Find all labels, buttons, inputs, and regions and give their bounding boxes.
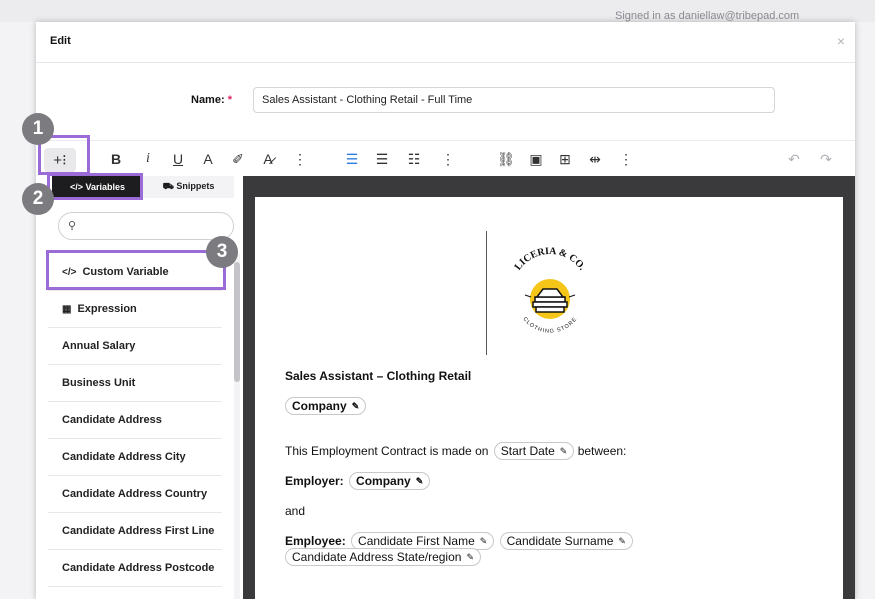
name-label-text: Name: xyxy=(191,94,225,106)
variable-candidate-address-first-line[interactable]: Candidate Address First Line xyxy=(48,513,222,550)
callout-box-custom-variable xyxy=(46,250,226,290)
more-paragraph-button[interactable]: ⋮ xyxy=(438,141,458,177)
highlight-button[interactable]: ✐ xyxy=(228,141,248,177)
underline-button[interactable]: U xyxy=(168,141,188,177)
table-button[interactable]: ⊞ xyxy=(555,141,575,177)
edit-modal: Edit × Name: * +⁝ B i U A ✐ A̷ ⋮ ☰ ☰ ☷ ⋮… xyxy=(36,22,855,599)
columns-button[interactable]: ⇹ xyxy=(585,141,605,177)
required-mark: * xyxy=(227,94,232,106)
store-logo: LICERIA & CO. CLOTHING STORE xyxy=(513,246,588,335)
modal-header: Edit × xyxy=(36,22,855,63)
chip-label: Company xyxy=(292,399,347,413)
callout-badge-1: 1 xyxy=(22,113,54,145)
chip-label: Company xyxy=(356,474,411,488)
logo-divider xyxy=(486,231,487,355)
image-button[interactable]: ▣ xyxy=(526,141,546,177)
pencil-icon: ✎ xyxy=(415,475,424,486)
variable-chip-surname[interactable]: Candidate Surname ✎ xyxy=(499,532,633,550)
chip-label: Candidate Address State/region xyxy=(292,550,462,564)
and-text: and xyxy=(285,504,306,518)
employee-label: Employee: xyxy=(285,534,346,548)
pencil-icon: ✎ xyxy=(351,400,360,411)
employer-line: Employer: Company ✎ xyxy=(285,472,431,490)
document-page[interactable]: LICERIA & CO. CLOTHING STORE Sales Assis… xyxy=(255,197,843,599)
modal-title: Edit xyxy=(50,35,71,47)
chip-label: Candidate First Name xyxy=(358,534,475,548)
background-right xyxy=(855,22,875,599)
variable-candidate-address-city[interactable]: Candidate Address City xyxy=(48,439,222,476)
callout-box-variables-tab xyxy=(47,173,143,200)
variable-chip-state[interactable]: Candidate Address State/region ✎ xyxy=(285,548,481,566)
callout-badge-3: 3 xyxy=(206,236,238,268)
callout-badge-2: 2 xyxy=(22,183,54,215)
variable-chip-employer-company[interactable]: Company ✎ xyxy=(349,472,431,490)
sidebar-scrollbar-thumb[interactable] xyxy=(234,262,240,382)
variable-annual-salary[interactable]: Annual Salary xyxy=(48,328,222,365)
variable-business-unit[interactable]: Business Unit xyxy=(48,365,222,402)
align-center-button[interactable]: ☰ xyxy=(372,141,392,177)
variable-candidate-address-postcode[interactable]: Candidate Address Postcode xyxy=(48,550,222,587)
contract-line: This Employment Contract is made on Star… xyxy=(285,442,626,460)
pencil-icon: ✎ xyxy=(618,535,626,546)
variable-label: Candidate Address xyxy=(62,414,162,426)
link-button[interactable]: ⛓ xyxy=(496,141,516,177)
variable-chip-start-date[interactable]: Start Date ✎ xyxy=(493,442,575,460)
more-insert-button[interactable]: ⋮ xyxy=(616,141,636,177)
undo-button[interactable]: ↶ xyxy=(784,141,804,177)
variable-candidate-address-country[interactable]: Candidate Address Country xyxy=(48,476,222,513)
list-button[interactable]: ☷ xyxy=(404,141,424,177)
redo-button[interactable]: ↷ xyxy=(816,141,836,177)
variable-search-input[interactable]: ⚲ xyxy=(58,212,234,240)
state-line: Candidate Address State/region ✎ xyxy=(283,548,481,566)
variable-expression[interactable]: ▦ Expression xyxy=(48,291,222,328)
name-input[interactable] xyxy=(253,87,775,113)
background-left xyxy=(0,22,36,599)
pencil-icon: ✎ xyxy=(559,445,568,456)
document-heading: Sales Assistant – Clothing Retail xyxy=(285,369,472,383)
signed-in-text: Signed in as daniellaw@tribepad.com xyxy=(615,10,800,22)
bold-button[interactable]: B xyxy=(106,141,126,177)
close-icon[interactable]: × xyxy=(837,33,845,49)
logo-arc-text: LICERIA & CO. xyxy=(513,246,588,273)
background-strip: Signed in as daniellaw@tribepad.com xyxy=(0,0,875,22)
more-format-button[interactable]: ⋮ xyxy=(290,141,310,177)
align-left-button[interactable]: ☰ xyxy=(342,141,362,177)
text-color-button[interactable]: A xyxy=(198,141,218,177)
chip-label: Start Date xyxy=(500,444,555,458)
italic-button[interactable]: i xyxy=(138,141,158,177)
tab-snippets[interactable]: ⛟ Snippets xyxy=(143,176,234,198)
editor-canvas: LICERIA & CO. CLOTHING STORE Sales Assis… xyxy=(243,176,855,599)
pencil-icon: ✎ xyxy=(466,551,474,562)
pencil-icon: ✎ xyxy=(479,535,488,546)
variable-label: Expression xyxy=(77,303,137,315)
search-icon: ⚲ xyxy=(68,220,77,232)
variable-label: Candidate Address Postcode xyxy=(62,562,215,574)
contract-text: This Employment Contract is made on xyxy=(285,444,489,458)
variable-label: Candidate Address Country xyxy=(62,488,208,500)
company-line: Company ✎ xyxy=(283,397,367,415)
name-label: Name: * xyxy=(191,94,232,106)
variable-label: Annual Salary xyxy=(62,340,136,352)
calculator-icon: ▦ xyxy=(62,303,72,315)
variable-label: Candidate Address City xyxy=(62,451,186,463)
contract-text-suffix: between: xyxy=(577,444,627,458)
clear-format-button[interactable]: A̷ xyxy=(258,141,278,177)
editor-toolbar: +⁝ B i U A ✐ A̷ ⋮ ☰ ☰ ☷ ⋮ ⛓ ▣ ⊞ ⇹ ⋮ ↶ ↷ xyxy=(36,140,855,177)
variable-chip-company[interactable]: Company ✎ xyxy=(285,397,367,415)
employer-label: Employer: xyxy=(285,474,344,488)
variable-label: Candidate Address First Line xyxy=(62,525,215,537)
chip-label: Candidate Surname xyxy=(506,534,614,548)
variable-label: Business Unit xyxy=(62,377,136,389)
variable-candidate-address[interactable]: Candidate Address xyxy=(48,402,222,439)
